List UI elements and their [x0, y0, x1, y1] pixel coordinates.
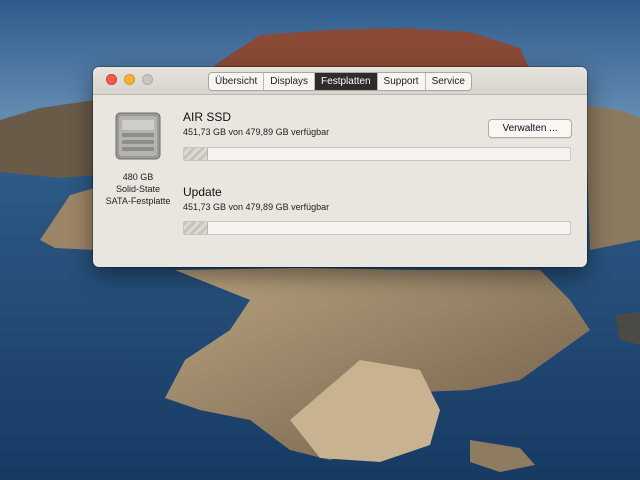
- disk-type: Solid-State: [115, 184, 161, 194]
- segmented-tab-control: Übersicht Displays Festplatten Support S…: [208, 72, 472, 91]
- storage-bar: [183, 147, 571, 161]
- hard-drive-icon: [115, 112, 161, 160]
- tab-festplatten[interactable]: Festplatten: [315, 73, 378, 90]
- volume-name: Update: [183, 185, 222, 199]
- volume-availability: 451,73 GB von 479,89 GB verfügbar: [183, 202, 330, 212]
- disk-capacity: 480 GB: [122, 172, 154, 182]
- storage-bar: [183, 221, 571, 235]
- tab-support[interactable]: Support: [378, 73, 426, 90]
- tab-service[interactable]: Service: [426, 73, 471, 90]
- disk-interface: SATA-Festplatte: [105, 196, 171, 206]
- minimize-button[interactable]: [124, 74, 135, 85]
- volume-update: Update 451,73 GB von 479,89 GB verfügbar: [183, 185, 573, 235]
- tab-displays[interactable]: Displays: [264, 73, 316, 90]
- zoom-button[interactable]: [142, 74, 153, 85]
- storage-bar-used: [184, 222, 209, 234]
- disk-caption: 480 GB Solid-State SATA-Festplatte: [97, 171, 179, 207]
- tab-uebersicht[interactable]: Übersicht: [209, 73, 265, 90]
- storage-bar-used: [184, 148, 209, 160]
- about-this-mac-window: Übersicht Displays Festplatten Support S…: [93, 67, 587, 267]
- manage-button[interactable]: Verwalten ...: [488, 119, 572, 138]
- close-button[interactable]: [106, 74, 117, 85]
- title-bar: Übersicht Displays Festplatten Support S…: [93, 67, 587, 95]
